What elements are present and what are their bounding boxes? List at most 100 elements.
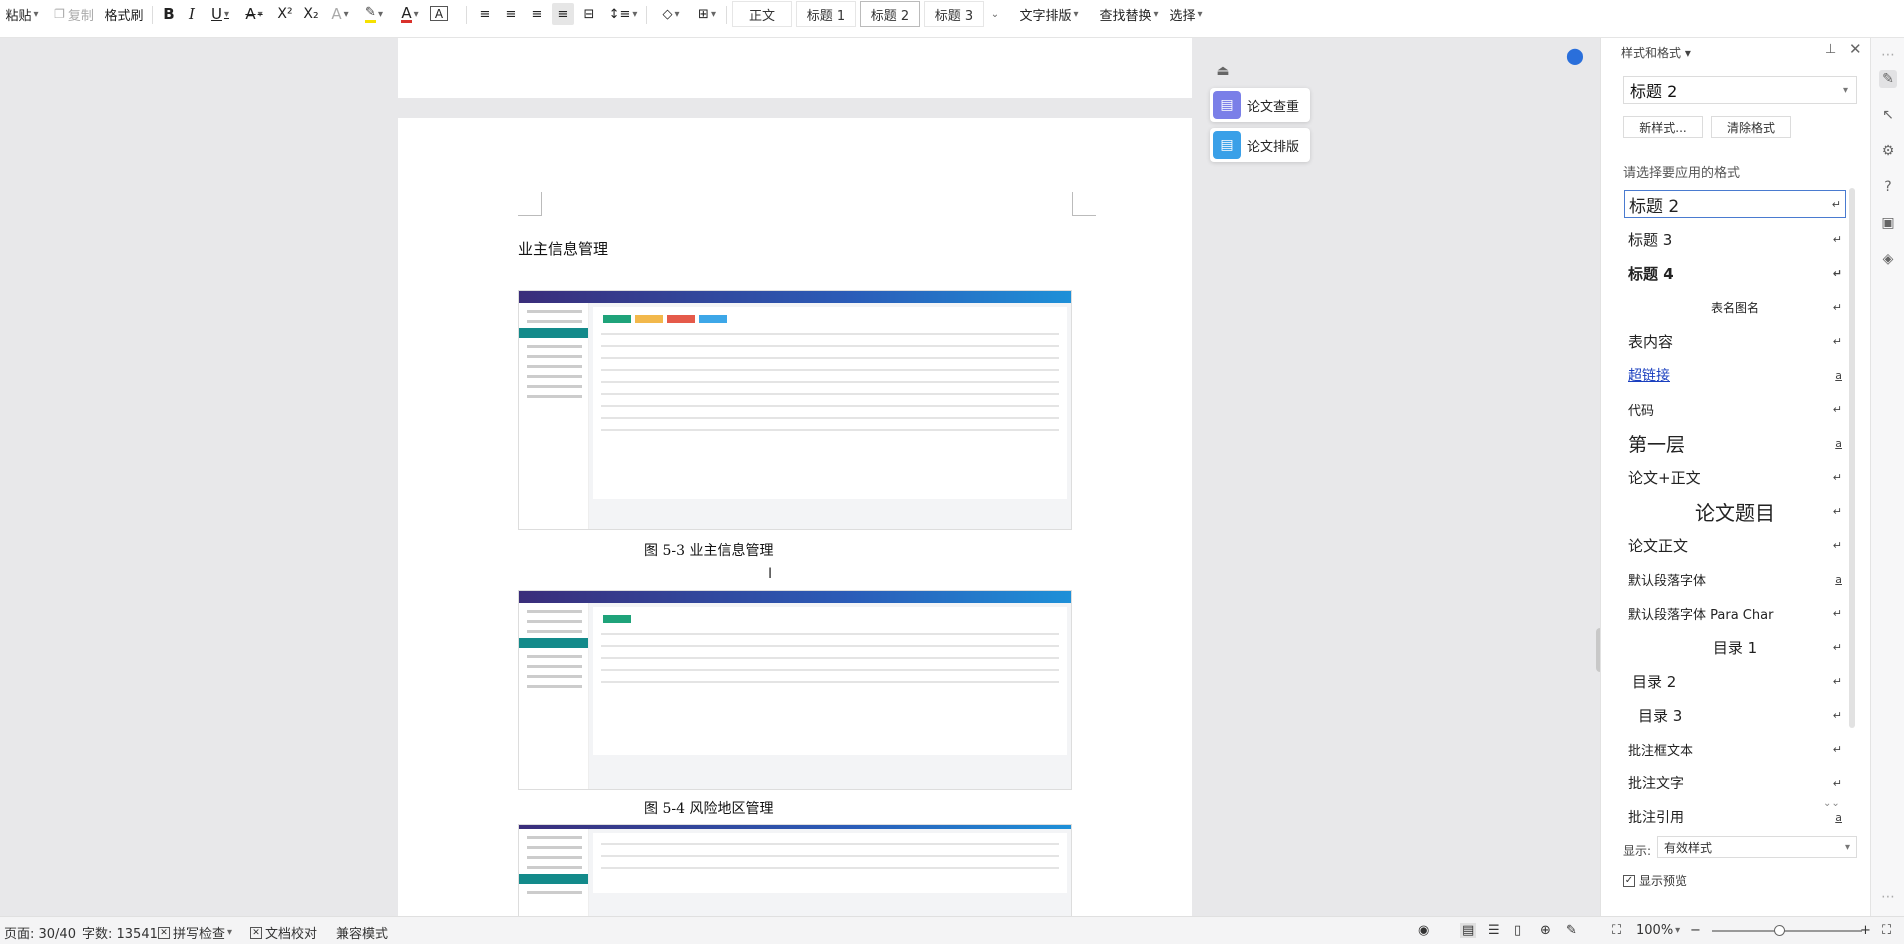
new-style-button[interactable]: 新样式... [1623,116,1703,138]
style-item-default-font[interactable]: 默认段落字体 a [1624,565,1846,593]
style-item-toc-1[interactable]: 目录 1 ↵ [1624,633,1846,661]
more-icon[interactable]: ⋯ [1879,46,1897,64]
style-item-comment-ref[interactable]: 批注引用 a [1624,803,1846,831]
distribute-icon: ⊟ [583,6,595,22]
clear-style-button[interactable]: 清除格式 [1711,116,1791,138]
subscript-button[interactable]: X₂ [300,3,322,25]
help-icon[interactable]: ? [1879,178,1897,196]
zoom-slider-thumb[interactable] [1774,925,1785,936]
italic-button[interactable]: I [184,3,200,25]
font-color-button[interactable]: A ▾ [396,3,424,25]
style-item-hyperlink[interactable]: 超链接 a [1624,361,1846,389]
spell-check-icon: ✕ [158,926,170,939]
align-left-button[interactable]: ≡ [474,3,496,25]
paper-layout-button[interactable]: ▤ 论文排版 [1210,128,1310,162]
panel-title[interactable]: 样式和格式 ▾ [1621,44,1691,61]
justify-icon: ≡ [557,6,569,22]
style-item-default-para-char[interactable]: 默认段落字体 Para Char ↵ [1624,599,1846,627]
distribute-button[interactable]: ⊟ [578,3,600,25]
web-view-icon[interactable]: ⊕ [1540,923,1551,938]
text-cursor-icon: I [768,566,773,582]
style-heading-3[interactable]: 标题 3 [924,1,984,27]
reading-view-icon[interactable]: ▯ [1514,923,1521,938]
find-replace-button[interactable]: 查找替换 ▾ [1096,3,1162,25]
style-item-thesis-body[interactable]: 论文正文 ↵ [1624,531,1846,559]
style-list-scrollbar[interactable] [1849,188,1855,728]
style-item-thesis-title[interactable]: 论文题目 ↵ [1624,497,1846,525]
fit-page-icon[interactable]: ⛶ [1612,923,1621,938]
format-painter-button[interactable]: 格式刷 [104,3,144,25]
align-right-button[interactable]: ≡ [526,3,548,25]
style-item-thesis-body-plus[interactable]: 论文+正文 ↵ [1624,463,1846,491]
bold-button[interactable]: B [160,3,178,25]
proofread-button[interactable]: ✕ 文档校对 [250,923,317,942]
style-item-comment-box[interactable]: 批注框文本 ↵ [1624,735,1846,763]
collapse-icon[interactable]: ⏏ [1208,58,1238,84]
line-spacing-button[interactable]: ↕≡ ▾ [608,3,638,25]
align-right-icon: ≡ [531,6,543,22]
select-button[interactable]: 选择 ▾ [1166,3,1206,25]
zoom-level-select[interactable]: 100% ▾ [1636,923,1680,938]
paper-check-button[interactable]: ▤ 论文查重 [1210,88,1310,122]
fullscreen-icon[interactable]: ⛶ [1882,923,1891,938]
char-border-button[interactable]: A [430,6,448,21]
location-pin-icon[interactable]: ⬤ [1562,40,1588,70]
style-normal[interactable]: 正文 [732,1,792,27]
eye-protect-icon[interactable]: ◉ [1418,923,1429,938]
style-edit-icon[interactable]: ✎ [1879,70,1897,88]
style-heading-1[interactable]: 标题 1 [796,1,856,27]
share-icon[interactable]: ◈ [1879,250,1897,268]
zoom-slider[interactable] [1712,930,1862,932]
pin-icon[interactable]: ⊥ [1825,42,1836,57]
select-cursor-icon[interactable]: ↖ [1879,106,1897,124]
preview-checkbox[interactable]: ✓ 显示预览 [1623,872,1687,889]
style-item-comment-text[interactable]: 批注文字 ↵ [1624,769,1846,797]
style-item-toc-2[interactable]: 目录 2 ↵ [1624,667,1846,695]
show-label: 显示: [1623,844,1652,858]
line-spacing-icon: ↕≡ [608,6,631,22]
paste-button[interactable]: 粘贴 ▾ [4,3,40,25]
page-indicator[interactable]: 页面: 30/40 [4,923,76,942]
style-item-toc-3[interactable]: 目录 3 ↵ [1624,701,1846,729]
style-heading-2[interactable]: 标题 2 [860,1,920,27]
text-layout-button[interactable]: 文字排版 ▾ [1016,3,1082,25]
proofread-icon: ✕ [250,926,262,939]
word-count[interactable]: 字数: 13541 [82,923,158,942]
style-list-prompt: 请选择要应用的格式 [1623,166,1741,181]
figure-risk-area [518,590,1072,790]
translate-icon[interactable]: ▣ [1879,214,1897,232]
underline-button[interactable]: U ▾ [206,3,234,25]
zoom-out-icon[interactable]: − [1690,923,1701,938]
previous-page [398,38,1192,98]
close-icon[interactable]: ✕ [1849,40,1862,58]
style-item-code[interactable]: 代码 ↵ [1624,395,1846,423]
shading-button[interactable]: ◇ ▾ [654,3,688,25]
show-filter-select[interactable]: 有效样式 ▾ [1657,836,1857,858]
copy-button[interactable]: ❐ 复制 [50,3,98,25]
justify-button[interactable]: ≡ [552,3,574,25]
strikethrough-button[interactable]: A ▾ [240,3,268,25]
style-item-heading-4[interactable]: 标题 4 ↵ [1624,259,1846,287]
status-bar: 页面: 30/40 字数: 13541 ✕ 拼写检查 ▾ ✕ 文档校对 兼容模式 ◉ … [0,916,1904,944]
outline-view-icon[interactable]: ☰ [1488,923,1500,938]
style-item-table-caption[interactable]: 表名图名 ↵ [1624,293,1846,321]
style-item-heading-3[interactable]: 标题 3 ↵ [1624,225,1846,253]
zoom-in-icon[interactable]: + [1860,923,1871,938]
style-item-heading-2[interactable]: 标题 2 ↵ [1624,190,1846,218]
text-effect-button[interactable]: A ▾ [326,3,354,25]
style-gallery-more[interactable]: ⌄ [988,3,1002,25]
current-style-select[interactable]: 标题 2 ▾ [1623,76,1857,104]
style-item-level-1[interactable]: 第一层 a [1624,429,1846,457]
more-icon-bottom[interactable]: ⋯ [1879,888,1897,906]
write-view-icon[interactable]: ✎ [1566,923,1577,938]
highlight-button[interactable]: ✎ ▾ [360,3,388,25]
figure-caption: 图 5-4 风险地区管理 [644,801,774,817]
borders-button[interactable]: ⊞ ▾ [690,3,724,25]
document-canvas[interactable]: 业主信息管理 图 5-3 业主信息管理 I 图 5-4 风险地区管理 ⏏ ▤ 论文… [0,38,1600,916]
spell-check-button[interactable]: ✕ 拼写检查 ▾ [158,923,232,942]
align-center-button[interactable]: ≡ [500,3,522,25]
superscript-button[interactable]: X² [274,3,296,25]
page-view-icon[interactable]: ▤ [1460,923,1477,938]
adjust-icon[interactable]: ⚙ [1879,142,1897,160]
style-item-table-content[interactable]: 表内容 ↵ [1624,327,1846,355]
